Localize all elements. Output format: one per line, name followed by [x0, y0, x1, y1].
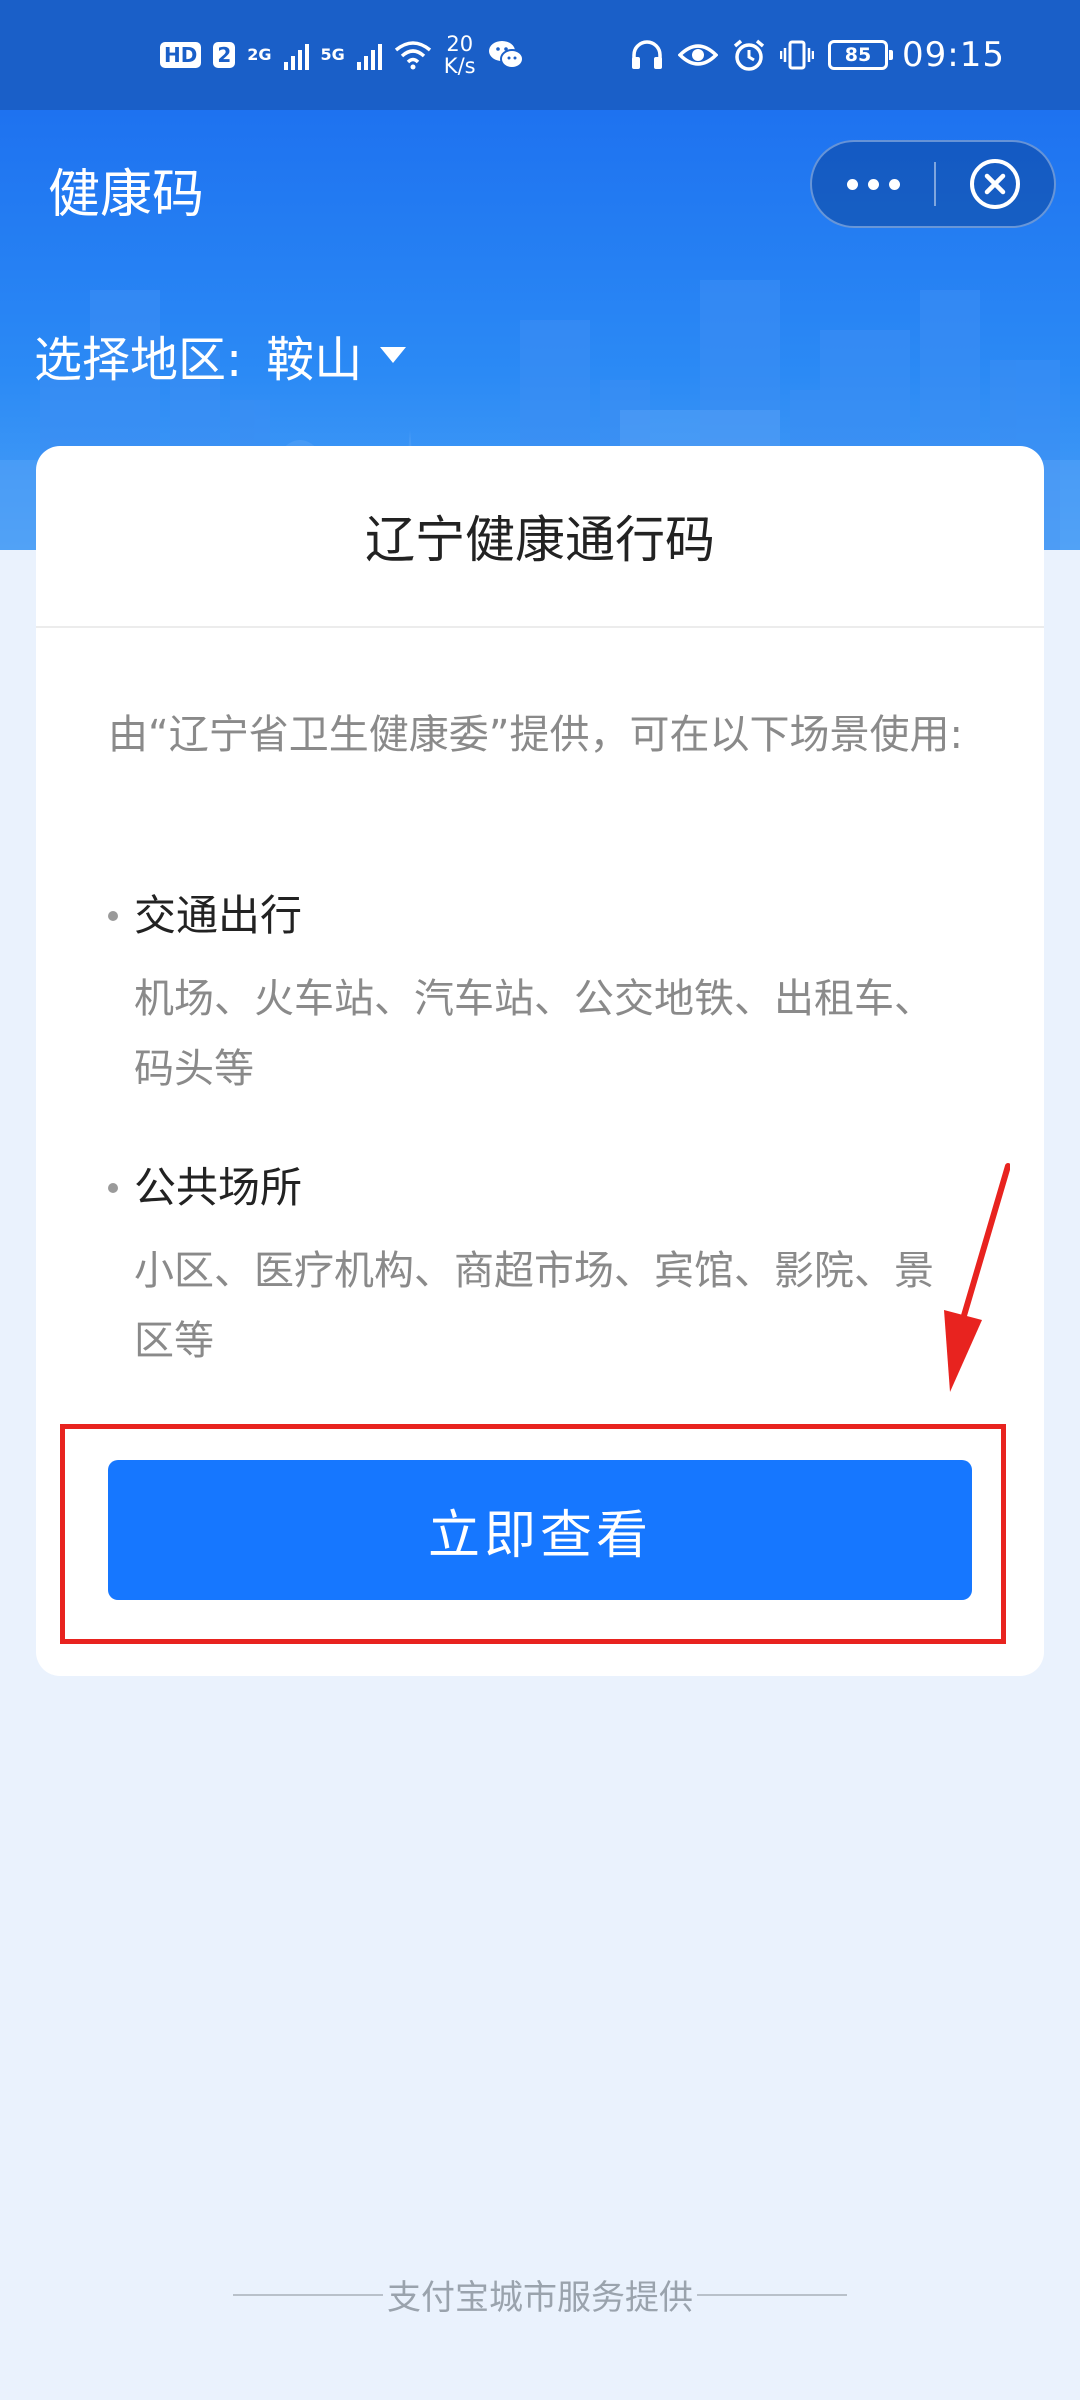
wechat-icon — [488, 39, 524, 71]
sim-badge: 2 — [213, 42, 236, 68]
section-public-places: 公共场所 小区、医疗机构、商超市场、宾馆、影院、景区等 — [108, 1158, 988, 1376]
page-title: 健康码 — [48, 165, 205, 225]
wifi-icon — [394, 40, 432, 70]
speed-unit: K/s — [443, 54, 476, 78]
signal-icon — [356, 40, 382, 70]
vibrate-icon — [780, 39, 815, 71]
network-speed: 20 K/s — [444, 33, 476, 77]
dot-icon — [888, 178, 900, 190]
speed-value: 20 — [446, 32, 474, 56]
clock-time: 09:15 — [902, 35, 1005, 75]
section-description: 小区、医疗机构、商超市场、宾馆、影院、景区等 — [134, 1248, 934, 1364]
status-bar: HD 2 2G 5G 20 K/s 85 09:15 — [0, 0, 1080, 110]
close-button[interactable] — [936, 142, 1054, 226]
region-label: 选择地区: — [34, 332, 243, 388]
status-right-group: 85 09:15 — [630, 30, 1005, 80]
highlight-annotation-box — [60, 1424, 1006, 1644]
arrow-annotation-icon — [944, 1163, 1010, 1392]
battery-icon: 85 — [828, 40, 894, 70]
alarm-icon — [732, 38, 766, 72]
section-title: 公共场所 — [134, 1163, 303, 1212]
close-circle-icon — [970, 159, 1020, 209]
section-title: 交通出行 — [134, 891, 303, 940]
more-options-button[interactable] — [812, 142, 934, 226]
section-head: 交通出行 — [108, 886, 988, 946]
status-left-group: HD 2 2G 5G 20 K/s — [160, 30, 524, 80]
dot-icon — [846, 178, 858, 190]
section-description: 机场、火车站、汽车站、公交地铁、出租车、码头等 — [134, 976, 934, 1092]
network-5g-label: 5G — [320, 45, 345, 64]
signal-icon — [283, 40, 309, 70]
caret-down-icon — [380, 347, 407, 363]
footer-divider-right — [697, 2293, 847, 2296]
region-selector[interactable]: 选择地区: 鞍山 — [34, 320, 407, 390]
network-2g-label: 2G — [247, 45, 272, 64]
dot-icon — [867, 178, 879, 190]
headphones-icon — [630, 39, 664, 71]
hd-badge: HD — [160, 42, 202, 68]
card-title: 辽宁健康通行码 — [36, 446, 1044, 628]
footer: 支付宝城市服务提供 — [0, 2270, 1080, 2319]
card-intro: 由“辽宁省卫生健康委”提供，可在以下场景使用: — [108, 712, 963, 758]
section-transport: 交通出行 机场、火车站、汽车站、公交地铁、出租车、码头等 — [108, 886, 988, 1104]
bullet-icon — [108, 1183, 118, 1193]
eye-icon — [678, 41, 719, 69]
footer-text: 支付宝城市服务提供 — [387, 2278, 693, 2318]
region-value: 鞍山 — [266, 332, 363, 388]
footer-divider-left — [233, 2293, 383, 2296]
bullet-icon — [108, 911, 118, 921]
mini-program-capsule — [810, 140, 1056, 228]
section-head: 公共场所 — [108, 1158, 988, 1218]
